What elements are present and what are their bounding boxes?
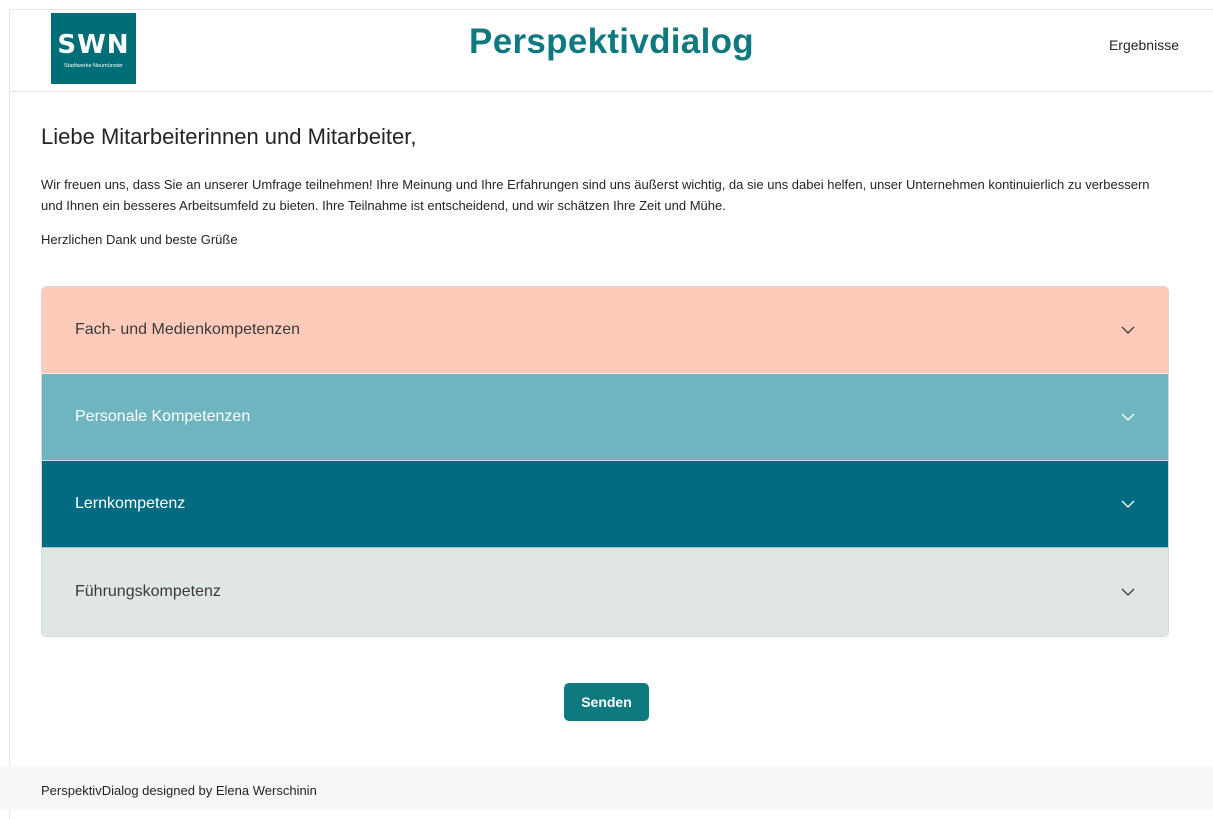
results-link[interactable]: Ergebnisse (1109, 37, 1179, 53)
footer-credit: PerspektivDialog designed by Elena Wersc… (41, 783, 317, 798)
chevron-down-icon (1121, 323, 1135, 337)
send-area: Senden (0, 683, 1213, 721)
accordion-item-personale[interactable]: Personale Kompetenzen (42, 374, 1168, 461)
accordion-label: Fach- und Medienkompetenzen (75, 321, 301, 338)
competency-accordion: Fach- und Medienkompetenzen Personale Ko… (41, 286, 1169, 637)
accordion-label: Personale Kompetenzen (75, 408, 251, 425)
accordion-item-fach-medien[interactable]: Fach- und Medienkompetenzen (42, 287, 1168, 374)
page-title: Perspektivdialog (469, 22, 754, 61)
logo-subtitle: Stadtwerke Neumünster (64, 63, 123, 69)
intro-section: Liebe Mitarbeiterinnen und Mitarbeiter, … (41, 124, 1169, 247)
sign-off-text: Herzlichen Dank und beste Grüße (41, 232, 238, 247)
chevron-down-icon (1121, 410, 1135, 424)
greeting-heading: Liebe Mitarbeiterinnen und Mitarbeiter, (41, 124, 417, 149)
site-footer: PerspektivDialog designed by Elena Wersc… (0, 766, 1213, 810)
accordion-item-fuehrung[interactable]: Führungskompetenz (42, 548, 1168, 636)
site-header: SWN Stadtwerke Neumünster Perspektivdial… (10, 10, 1213, 92)
accordion-label: Lernkompetenz (75, 495, 186, 512)
accordion-item-lern[interactable]: Lernkompetenz (42, 461, 1168, 548)
intro-paragraph: Wir freuen uns, dass Sie an unserer Umfr… (41, 177, 1150, 213)
chevron-down-icon (1121, 585, 1135, 599)
accordion-label: Führungskompetenz (75, 583, 221, 600)
send-button[interactable]: Senden (564, 683, 649, 721)
chevron-down-icon (1121, 497, 1135, 511)
